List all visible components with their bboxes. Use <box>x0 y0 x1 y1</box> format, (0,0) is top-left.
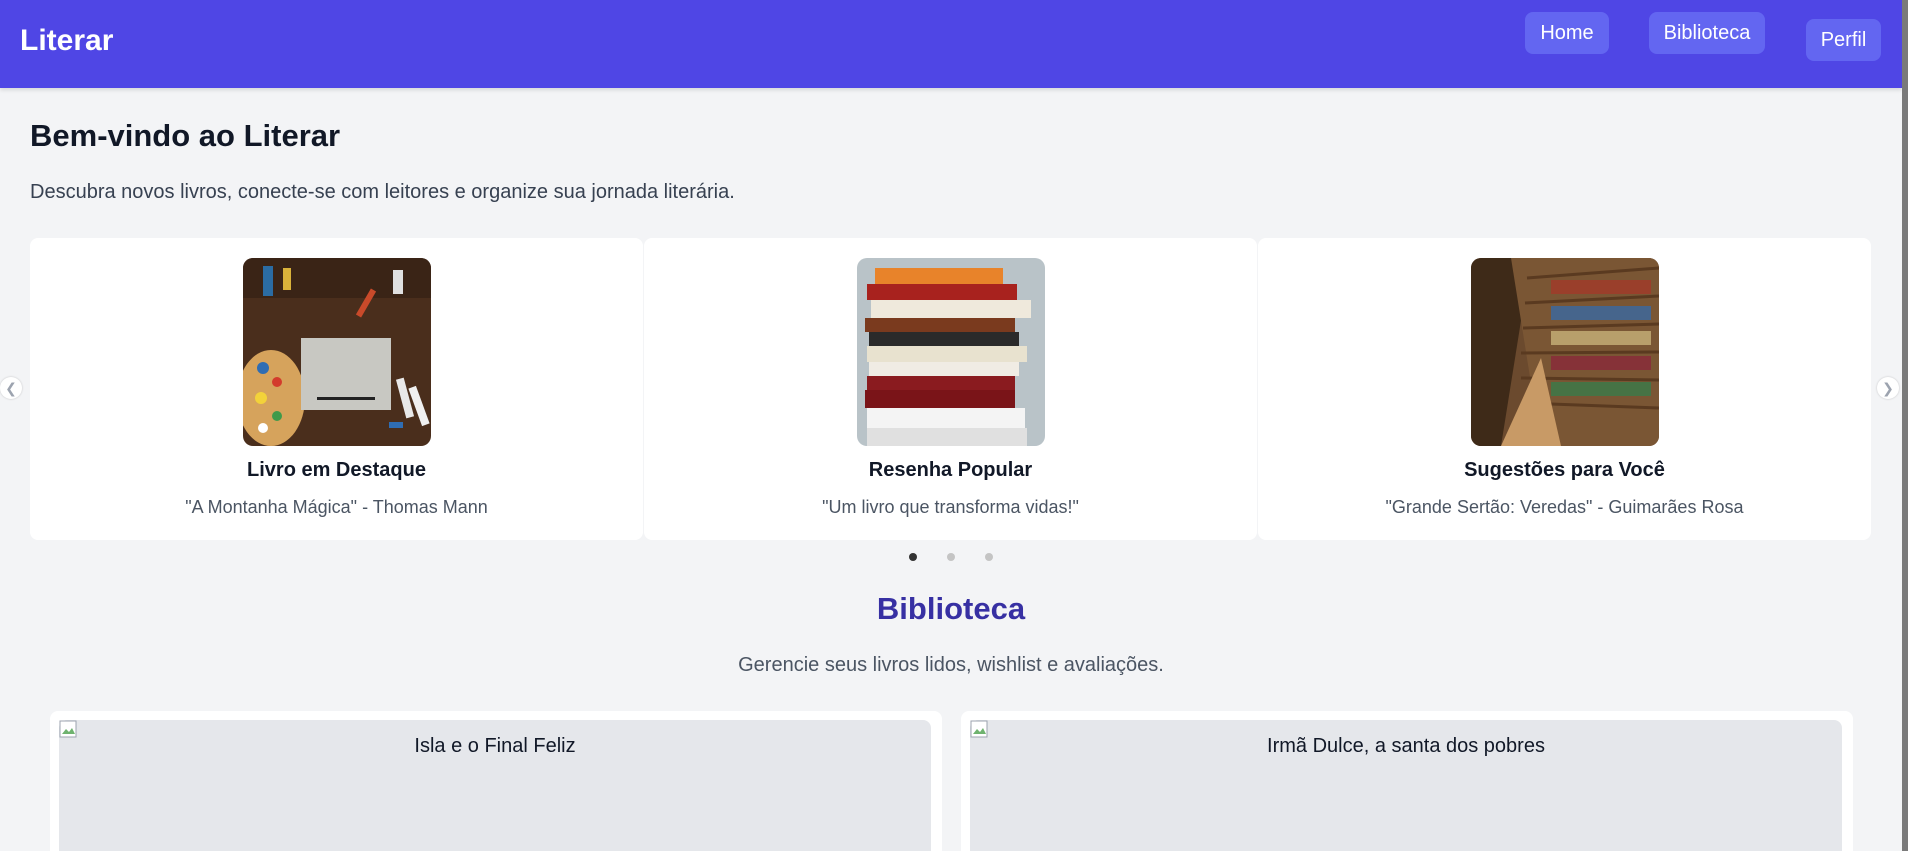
brand-logo-text[interactable]: Literar <box>20 24 113 58</box>
carousel-dots <box>905 553 995 563</box>
carousel-slide[interactable]: Sugestões para Você "Grande Sertão: Vere… <box>1258 238 1871 540</box>
chevron-left-icon: ❮ <box>5 379 17 396</box>
book-card[interactable]: Isla e o Final Feliz <box>50 711 942 851</box>
carousel-dot[interactable] <box>985 553 993 561</box>
book-card[interactable]: Irmã Dulce, a santa dos pobres <box>961 711 1853 851</box>
welcome-subtitle: Descubra novos livros, conecte-se com le… <box>30 181 735 203</box>
book-cover-image: Irmã Dulce, a santa dos pobres <box>970 720 1842 851</box>
slide-title: Livro em Destaque <box>247 459 426 481</box>
chevron-right-icon: ❯ <box>1882 379 1894 396</box>
library-shelves-image <box>1471 258 1659 446</box>
scrollbar-thumb[interactable] <box>1902 0 1908 851</box>
nav-perfil-button[interactable]: Perfil <box>1806 19 1881 61</box>
nav-biblioteca-button[interactable]: Biblioteca <box>1649 12 1765 54</box>
slide-title: Sugestões para Você <box>1464 459 1665 481</box>
slide-text: "Grande Sertão: Veredas" - Guimarães Ros… <box>1385 497 1744 517</box>
biblioteca-title: Biblioteca <box>876 591 1026 626</box>
carousel-slide[interactable]: Livro em Destaque "A Montanha Mágica" - … <box>30 238 643 540</box>
book-cover-alt-text: Isla e o Final Feliz <box>414 735 576 757</box>
slide-text: "A Montanha Mágica" - Thomas Mann <box>185 497 488 517</box>
page: Literar Home Biblioteca Perfil Bem-vindo… <box>0 0 1908 851</box>
carousel-dot[interactable] <box>909 553 917 561</box>
slide-text: "Um livro que transforma vidas!" <box>822 497 1079 517</box>
welcome-title: Bem-vindo ao Literar <box>30 118 341 153</box>
top-navbar: Literar Home Biblioteca Perfil <box>0 0 1902 88</box>
biblioteca-subtitle: Gerencie seus livros lidos, wishlist e a… <box>738 654 1164 676</box>
slide-title: Resenha Popular <box>868 459 1033 481</box>
featured-carousel: Livro em Destaque "A Montanha Mágica" - … <box>30 238 1871 540</box>
carousel-next-button[interactable]: ❯ <box>1877 377 1899 399</box>
carousel-prev-button[interactable]: ❮ <box>0 377 22 399</box>
book-cover-alt-text: Irmã Dulce, a santa dos pobres <box>1267 735 1545 757</box>
page-scrollbar[interactable] <box>1902 0 1908 851</box>
nav-home-button[interactable]: Home <box>1525 12 1609 54</box>
book-stack-image <box>857 258 1045 446</box>
carousel-slide[interactable]: Resenha Popular "Um livro que transforma… <box>644 238 1257 540</box>
art-desk-palette-image <box>243 258 431 446</box>
carousel-dot[interactable] <box>947 553 955 561</box>
book-cover-image: Isla e o Final Feliz <box>59 720 931 851</box>
